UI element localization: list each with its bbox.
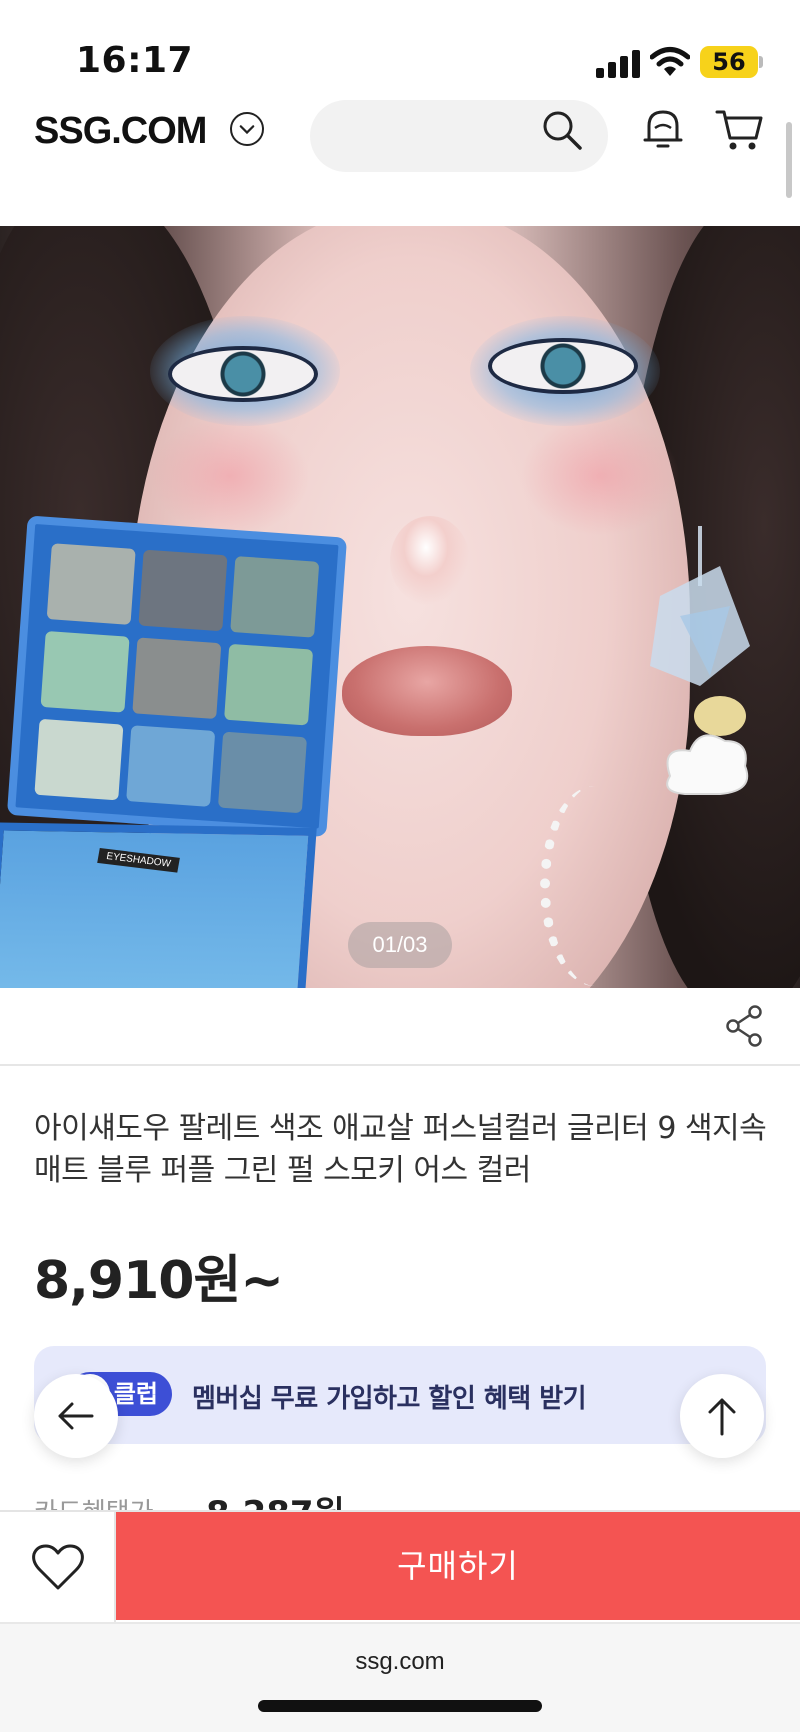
cheek-left [150,416,310,536]
battery-tip [759,56,763,68]
pearl-necklace [540,786,650,986]
section-divider [0,1064,800,1066]
palette-lid: EYESHADOW [0,822,317,988]
eyeshadow-palette: EYESHADOW [0,513,377,988]
pan [34,718,124,801]
pan [46,543,136,625]
status-time: 16:17 [76,40,194,81]
buy-button[interactable]: 구매하기 [116,1512,800,1620]
heart-icon [32,1544,84,1590]
arrow-up-icon [708,1398,736,1436]
wifi-icon [650,47,690,76]
pan [224,643,314,726]
eye-right [488,338,638,394]
home-indicator[interactable] [258,1700,542,1712]
cheek-right [520,416,680,536]
bell-icon[interactable] [640,106,686,152]
arrow-left-icon [58,1402,94,1430]
pan [217,731,308,814]
back-button[interactable] [34,1374,118,1458]
product-image-carousel[interactable]: EYESHADOW [0,226,800,988]
ssg-logo[interactable]: SSG.COM [34,110,207,153]
scroll-top-button[interactable] [680,1374,764,1458]
eye-left [168,346,318,402]
pan [132,637,222,720]
promo-text: 멤버십 무료 가입하고 할인 혜택 받기 [192,1384,587,1414]
carousel-pager: 01/03 [348,922,452,968]
pan [230,556,320,638]
palette-label: EYESHADOW [97,847,180,873]
wishlist-button[interactable] [0,1512,116,1622]
share-icon[interactable] [724,1004,764,1048]
pan [40,630,130,713]
pan [138,549,228,632]
browser-url-bar[interactable] [0,1622,800,1732]
palette-case [6,515,348,838]
product-price: 8,910원~ [34,1251,284,1311]
product-title: 아이섀도우 팔레트 색조 애교살 퍼스널컬러 글리터 9 색지속 매트 블루 퍼… [34,1111,767,1188]
nose-highlight [390,516,470,606]
search-icon[interactable] [540,108,584,152]
pan [126,725,216,807]
battery-level: 56 [700,46,758,78]
page-scrollbar[interactable] [786,122,792,198]
signal-icon [596,50,640,78]
status-bar: 16:17 56 [0,0,800,100]
url-text[interactable]: ssg.com [0,1648,800,1676]
earring-decoration [650,526,750,795]
cart-icon[interactable] [714,106,764,152]
chevron-down-icon[interactable] [230,112,264,146]
